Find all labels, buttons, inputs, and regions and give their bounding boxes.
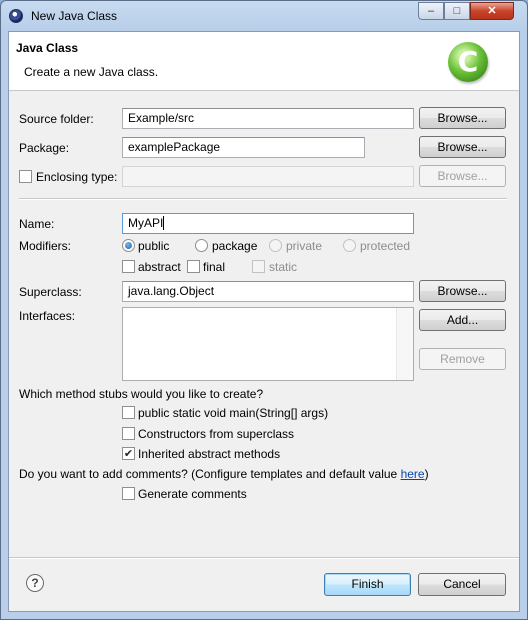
final-checkbox-label: final bbox=[203, 260, 226, 274]
footer-separator bbox=[9, 557, 519, 559]
maximize-button[interactable]: □ bbox=[444, 2, 470, 20]
protected-radio[interactable] bbox=[343, 239, 356, 252]
public-radio[interactable] bbox=[122, 239, 135, 252]
package-input[interactable]: examplePackage bbox=[122, 137, 365, 158]
name-label: Name: bbox=[19, 217, 55, 231]
final-checkbox[interactable] bbox=[187, 260, 200, 273]
comments-question-text: Do you want to add comments? (Configure … bbox=[19, 467, 401, 481]
static-checkbox[interactable] bbox=[252, 260, 265, 273]
main-method-label: public static void main(String[] args) bbox=[138, 406, 329, 420]
package-radio[interactable] bbox=[195, 239, 208, 252]
configure-templates-link[interactable]: here bbox=[401, 467, 425, 481]
comments-question-suffix: ) bbox=[424, 467, 429, 481]
inherited-abstract-checkbox[interactable]: ✔ bbox=[122, 447, 135, 460]
title-bar[interactable]: New Java Class – □ ✕ bbox=[1, 1, 527, 31]
wizard-title: Java Class bbox=[16, 41, 79, 55]
package-label: Package: bbox=[19, 141, 70, 155]
cancel-button[interactable]: Cancel bbox=[418, 573, 506, 596]
enclosing-type-label: Enclosing type: bbox=[36, 170, 118, 184]
generate-comments-label: Generate comments bbox=[138, 487, 247, 501]
method-stubs-question: Which method stubs would you like to cre… bbox=[19, 387, 264, 401]
source-folder-label: Source folder: bbox=[19, 112, 94, 126]
java-class-wizard-icon: C bbox=[448, 42, 488, 82]
add-interface-button[interactable]: Add... bbox=[419, 309, 506, 331]
window-title: New Java Class bbox=[31, 9, 118, 23]
superclass-browse-button[interactable]: Browse... bbox=[419, 280, 506, 302]
package-radio-label: package bbox=[212, 239, 258, 253]
package-browse-button[interactable]: Browse... bbox=[419, 136, 506, 158]
text-caret bbox=[163, 216, 165, 230]
comments-question: Do you want to add comments? (Configure … bbox=[19, 467, 429, 481]
constructors-checkbox[interactable] bbox=[122, 427, 135, 440]
public-radio-label: public bbox=[138, 239, 170, 253]
source-folder-input[interactable]: Example/src bbox=[122, 108, 414, 129]
abstract-checkbox[interactable] bbox=[122, 260, 135, 273]
interfaces-list-scrollbar[interactable] bbox=[396, 308, 413, 380]
static-checkbox-label: static bbox=[269, 260, 298, 274]
wizard-header: Java Class Create a new Java class. C bbox=[9, 32, 519, 91]
inherited-abstract-label: Inherited abstract methods bbox=[138, 447, 281, 461]
modifiers-label: Modifiers: bbox=[19, 239, 72, 253]
superclass-label: Superclass: bbox=[19, 285, 82, 299]
separator bbox=[19, 198, 507, 200]
protected-radio-label: protected bbox=[360, 239, 411, 253]
wizard-description: Create a new Java class. bbox=[24, 65, 159, 79]
dialog-window: New Java Class – □ ✕ Java Class Create a… bbox=[0, 0, 528, 620]
source-folder-browse-button[interactable]: Browse... bbox=[419, 107, 506, 129]
main-method-checkbox[interactable] bbox=[122, 406, 135, 419]
eclipse-app-icon bbox=[9, 9, 23, 23]
close-button[interactable]: ✕ bbox=[470, 2, 514, 20]
generate-comments-checkbox[interactable] bbox=[122, 487, 135, 500]
enclosing-type-input[interactable] bbox=[122, 166, 414, 187]
private-radio-label: private bbox=[286, 239, 323, 253]
enclosing-type-checkbox[interactable] bbox=[19, 170, 32, 183]
name-input-value: MyAPI bbox=[128, 216, 164, 230]
dialog-body: Java Class Create a new Java class. C So… bbox=[8, 31, 520, 612]
enclosing-type-browse-button[interactable]: Browse... bbox=[419, 165, 506, 187]
name-input[interactable]: MyAPI bbox=[122, 213, 414, 234]
remove-interface-button[interactable]: Remove bbox=[419, 348, 506, 370]
help-icon[interactable]: ? bbox=[26, 574, 44, 592]
interfaces-list[interactable] bbox=[122, 307, 414, 381]
abstract-checkbox-label: abstract bbox=[138, 260, 181, 274]
finish-button[interactable]: Finish bbox=[324, 573, 411, 596]
minimize-button[interactable]: – bbox=[418, 2, 444, 20]
private-radio[interactable] bbox=[269, 239, 282, 252]
superclass-input[interactable]: java.lang.Object bbox=[122, 281, 414, 302]
interfaces-label: Interfaces: bbox=[19, 309, 76, 323]
constructors-label: Constructors from superclass bbox=[138, 427, 295, 441]
